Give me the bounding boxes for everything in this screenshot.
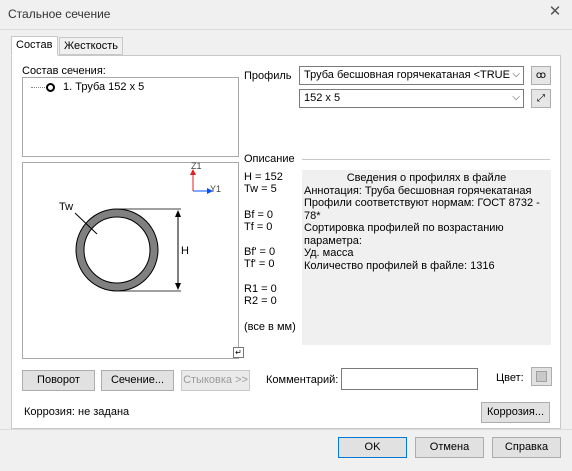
cancel-button[interactable]: Отмена [415, 437, 484, 458]
profile-size-value: 152 x 5 [304, 92, 341, 104]
axis-y-label: Y1 [210, 184, 222, 194]
profile-type-value: Труба бесшовная горячекатаная <TRUE [304, 69, 510, 81]
info-title: Сведения о профилях в файле [346, 172, 507, 184]
pipe-inner-edge [83, 216, 151, 284]
profile-glasses-button[interactable]: ꝏ [531, 66, 551, 85]
tab-composition[interactable]: Состав [11, 36, 58, 56]
corrosion-button[interactable]: Коррозия... [481, 402, 550, 423]
param-bf: Bf = 0 [244, 209, 274, 221]
window-title: Стальное сечение [8, 7, 111, 21]
resize-icon[interactable]: ↵ [233, 347, 244, 358]
h-arrow-bottom [175, 283, 181, 290]
pipe-icon [46, 83, 55, 92]
info-annotation: Аннотация: Труба бесшовная горячекатаная [304, 184, 532, 197]
help-button[interactable]: Справка [492, 437, 561, 458]
param-r2: R2 = 0 [244, 295, 277, 307]
info-standard: Профили соответствуют нормам: ГОСТ 8732 … [304, 197, 540, 222]
h-arrow-top [175, 210, 181, 217]
param-h: H = 152 [244, 171, 283, 183]
composition-tree[interactable]: 1. Труба 152 x 5 [22, 77, 239, 157]
tab-stiffness-label: Жесткость [64, 40, 119, 52]
footer-separator [0, 429, 572, 430]
pipe-ring [76, 209, 158, 291]
info-sort-param: Уд. масса [304, 247, 354, 259]
param-bf-prime: Bf' = 0 [244, 246, 276, 258]
pick-icon: ⤢ [537, 93, 545, 104]
param-r1: R1 = 0 [244, 283, 277, 295]
chevron-down-icon: ⌵ [512, 69, 520, 80]
color-swatch [536, 371, 547, 382]
color-button[interactable] [531, 367, 552, 386]
list-item[interactable]: 1. Труба 152 x 5 [63, 81, 144, 93]
param-tf: Tf = 0 [244, 221, 273, 233]
units-note: (все в мм) [244, 321, 296, 333]
composition-label: Состав сечения: [22, 65, 106, 77]
info-count: Количество профилей в файле: 1316 [304, 259, 495, 272]
chevron-down-icon: ⌵ [512, 92, 520, 103]
tab-stiffness[interactable]: Жесткость [59, 37, 123, 55]
comment-label: Комментарий: [266, 374, 339, 386]
description-divider [302, 159, 550, 160]
param-tf-prime: Tf' = 0 [244, 258, 275, 270]
description-label: Описание [244, 153, 295, 165]
param-tw: Tw = 5 [244, 183, 277, 195]
profile-info-panel: Сведения о профилях в файле Аннотация: Т… [302, 170, 551, 345]
info-sorting: Сортировка профилей по возрастанию парам… [304, 222, 504, 247]
tree-connector [31, 87, 47, 88]
profile-type-select[interactable]: Труба бесшовная горячекатаная <TRUE ⌵ [299, 66, 524, 85]
pipe-outer-edge [75, 208, 159, 292]
title-separator [0, 29, 572, 30]
corrosion-status: Коррозия: не задана [24, 406, 130, 418]
color-label: Цвет: [496, 372, 524, 384]
section-drawing [74, 169, 213, 292]
glasses-icon: ꝏ [535, 70, 547, 81]
comment-input[interactable] [341, 368, 478, 390]
docking-button[interactable]: Стыковка >> [181, 370, 250, 391]
h-label: H [181, 245, 189, 257]
ok-button[interactable]: OK [338, 437, 407, 458]
profile-size-select[interactable]: 152 x 5 ⌵ [299, 89, 524, 108]
profile-label: Профиль [244, 70, 292, 82]
axis-z-label: Z1 [191, 161, 202, 171]
tw-label: Tw [59, 201, 74, 213]
section-preview: Z1 Y1 Tw H [22, 161, 239, 359]
close-icon[interactable]: ✕ [547, 4, 563, 20]
tab-composition-label: Состав [16, 39, 53, 51]
section-button[interactable]: Сечение... [101, 370, 174, 391]
profile-pick-button[interactable]: ⤢ [531, 89, 551, 108]
rotate-button[interactable]: Поворот [22, 370, 95, 391]
